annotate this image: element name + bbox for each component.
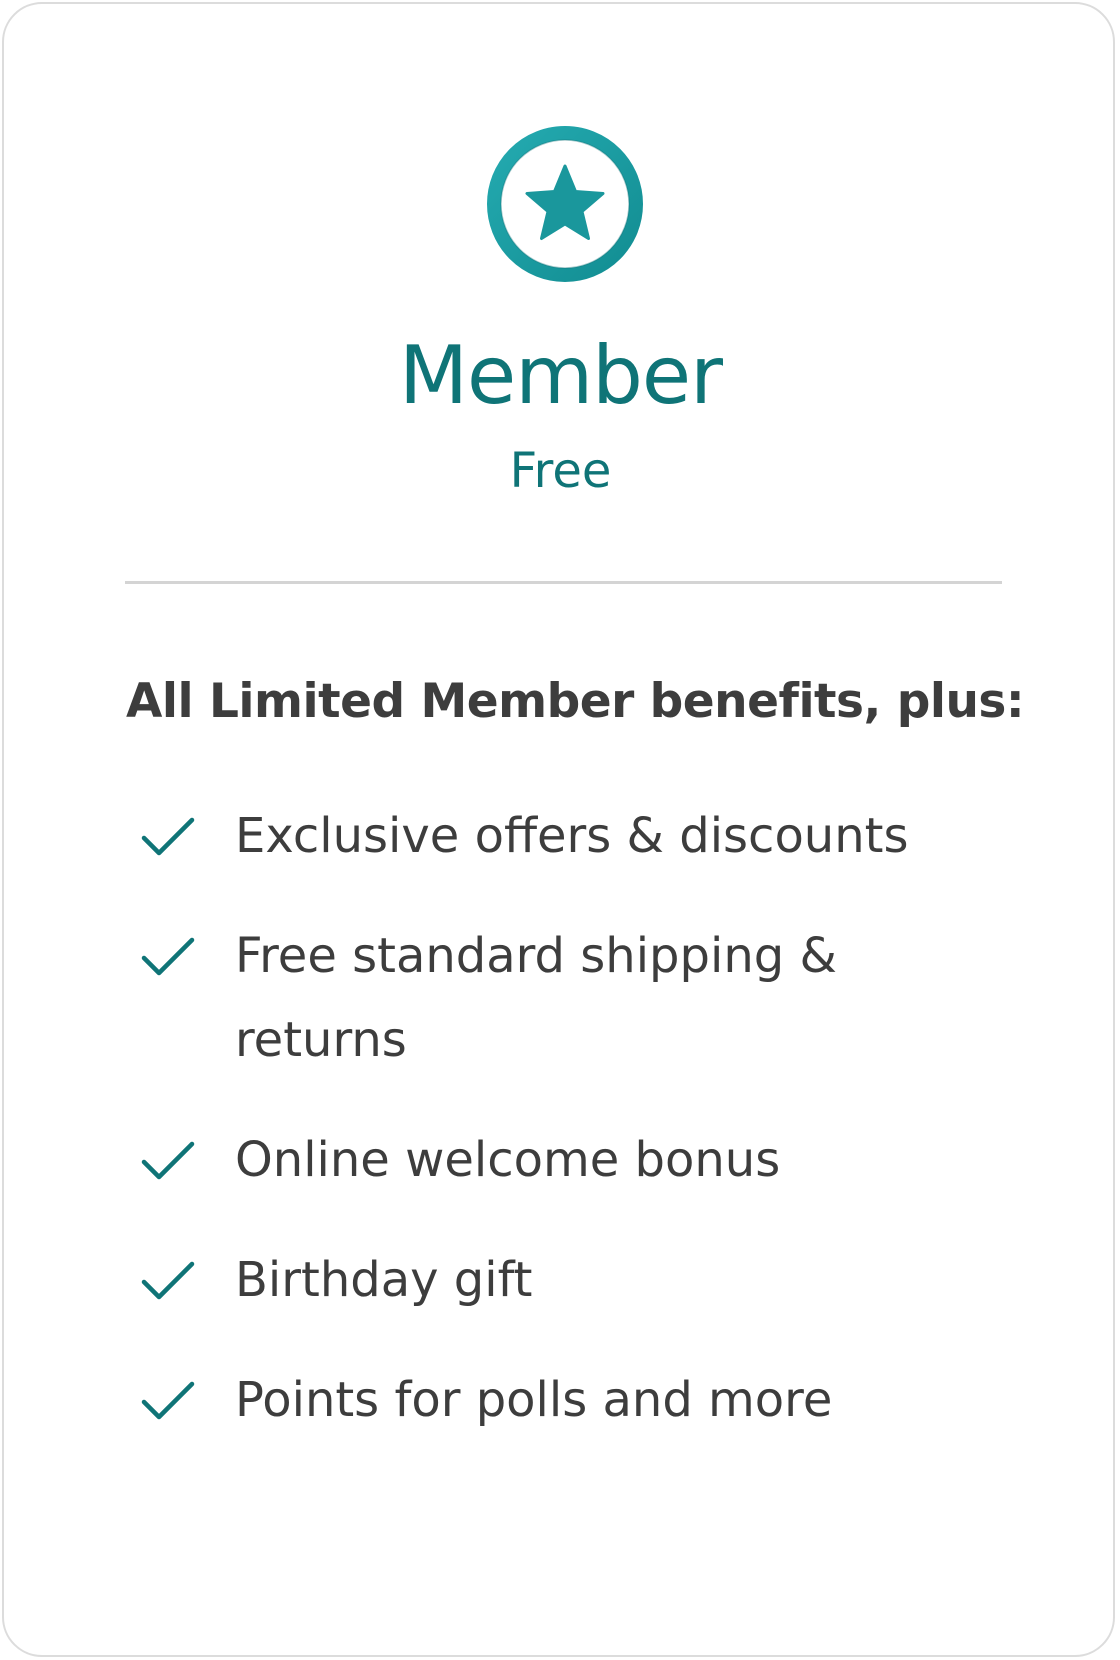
- checkmark-icon: [141, 937, 195, 976]
- benefits-heading: All Limited Member benefits, plus:: [126, 674, 1025, 729]
- benefit-label: Online welcome bonus: [235, 1132, 781, 1188]
- checkmark-icon: [141, 817, 195, 856]
- checkmark-icon: [141, 1381, 195, 1420]
- benefit-label: Birthday gift: [235, 1252, 533, 1308]
- checkmark-icon: [141, 1141, 195, 1180]
- benefit-label: Free standard shipping & returns: [235, 928, 837, 1068]
- tier-price: Free: [509, 443, 612, 499]
- star-badge-icon: [487, 126, 643, 282]
- checkmark-icon: [141, 1261, 195, 1300]
- benefit-label: Exclusive offers & discounts: [235, 808, 909, 864]
- membership-tier-card: Member Free All Limited Member benefits,…: [2, 2, 1115, 1657]
- tier-name: Member: [398, 329, 723, 422]
- divider: [125, 581, 1002, 584]
- benefit-label: Points for polls and more: [235, 1372, 833, 1428]
